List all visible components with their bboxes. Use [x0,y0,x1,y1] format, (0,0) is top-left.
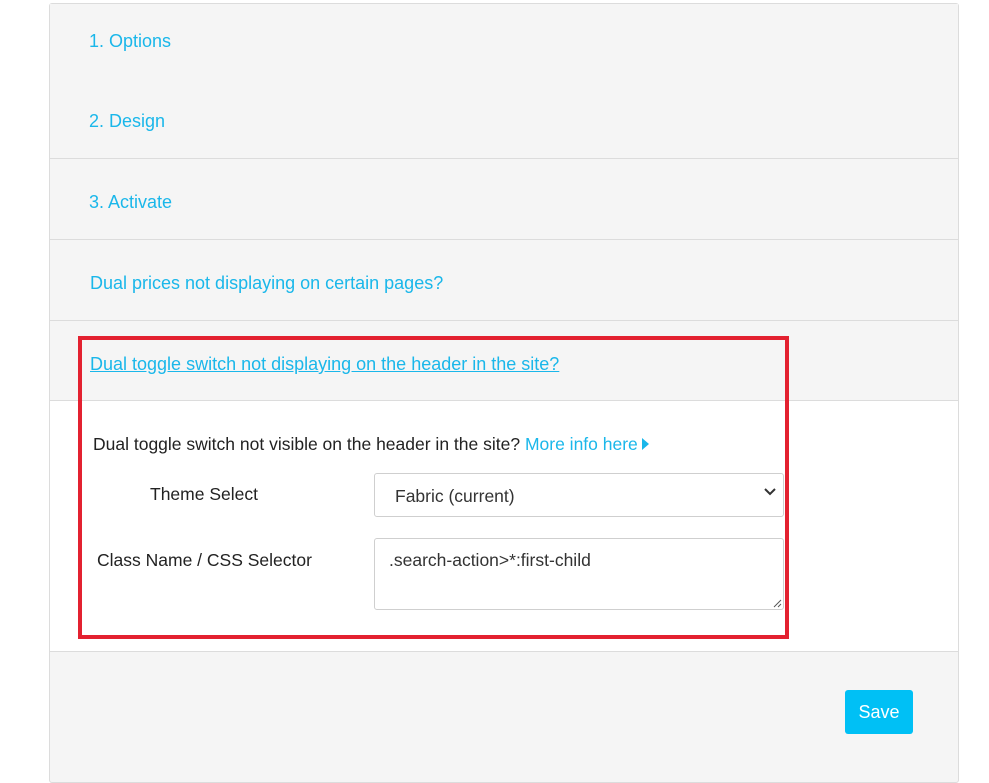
accordion-header-activate[interactable]: 3. Activate [50,159,958,240]
css-selector-label: Class Name / CSS Selector [97,550,312,570]
css-selector-value: .search-action>*:first-child [389,550,591,570]
css-selector-textarea[interactable]: .search-action>*:first-child [374,538,784,610]
accordion-title-dual-toggle[interactable]: Dual toggle switch not displaying on the… [90,354,559,375]
theme-select-label: Theme Select [150,484,258,504]
info-text: Dual toggle switch not visible on the he… [93,434,521,454]
accordion-title-options[interactable]: 1. Options [89,31,171,52]
more-info-link[interactable]: More info here [525,434,649,454]
more-info-link-label[interactable]: More info here [525,434,638,454]
caret-right-icon [641,438,649,450]
save-button[interactable]: Save [845,690,913,734]
accordion-title-activate[interactable]: 3. Activate [89,192,172,213]
accordion-header-dual-toggle[interactable]: Dual toggle switch not displaying on the… [50,321,958,401]
info-line: Dual toggle switch not visible on the he… [93,434,649,455]
accordion-header-options[interactable]: 1. Options [50,4,958,84]
accordion-title-design[interactable]: 2. Design [89,111,165,132]
chevron-down-icon [764,488,776,496]
settings-accordion: 1. Options 2. Design 3. Activate Dual pr… [49,3,959,783]
accordion-header-dual-prices[interactable]: Dual prices not displaying on certain pa… [50,240,958,321]
theme-select-value: Fabric (current) [395,486,515,506]
theme-select[interactable]: Fabric (current) [374,473,784,517]
resize-grip-icon[interactable] [772,598,782,608]
accordion-title-dual-prices[interactable]: Dual prices not displaying on certain pa… [90,273,443,294]
accordion-header-design[interactable]: 2. Design [50,78,958,159]
accordion-panel-dual-toggle: Dual toggle switch not visible on the he… [50,401,958,652]
